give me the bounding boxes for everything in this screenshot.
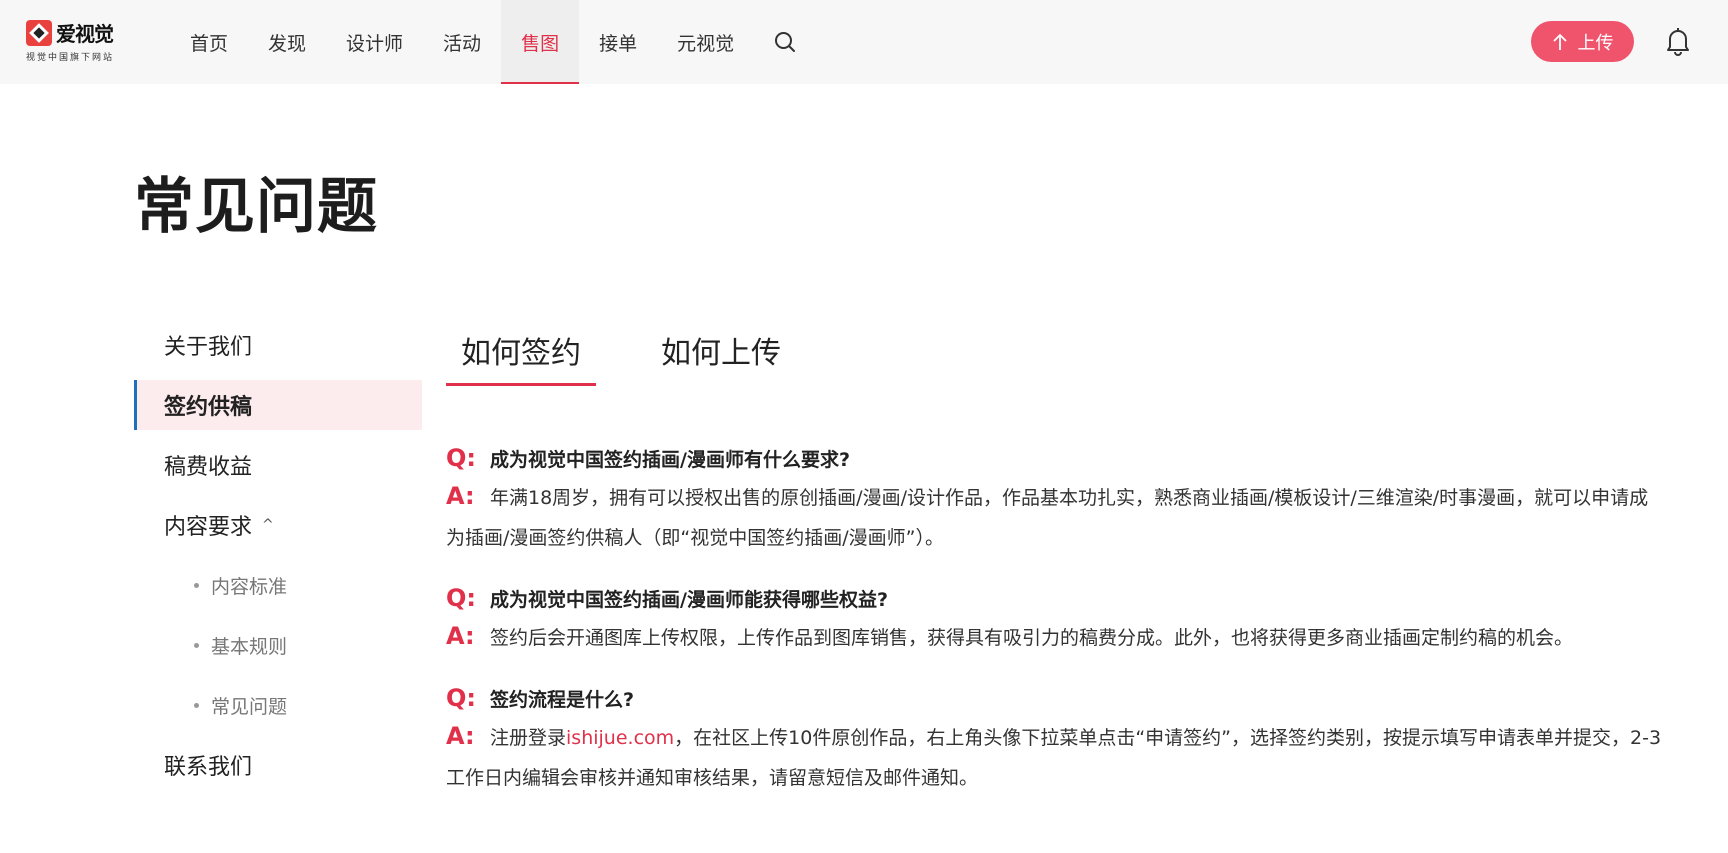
- logo-name: 爱视觉: [56, 22, 114, 46]
- answer-text: 年满18周岁，拥有可以授权出售的原创插画/漫画/设计作品，作品基本功扎实，熟悉商…: [446, 487, 1649, 549]
- page-title: 常见问题: [134, 172, 378, 242]
- nav-orders[interactable]: 接单: [579, 0, 657, 84]
- faq-list: Q: 成为视觉中国签约插画/漫画师有什么要求? A: 年满18周岁，拥有可以授权出…: [446, 440, 1666, 820]
- sidebar-item-contact[interactable]: 联系我们: [134, 740, 422, 790]
- site-link[interactable]: ishijue.com: [566, 727, 674, 749]
- answer-block: A: 年满18周岁，拥有可以授权出售的原创插画/漫画/设计作品，作品基本功扎实，熟…: [446, 476, 1666, 558]
- question-text: 成为视觉中国签约插画/漫画师有什么要求?: [490, 448, 850, 471]
- main-nav: 首页 发现 设计师 活动 售图 接单 元视觉: [170, 0, 816, 84]
- nav-meta-vision[interactable]: 元视觉: [657, 0, 754, 84]
- logo-subtitle: 视觉中国旗下网站: [26, 53, 115, 63]
- site-logo[interactable]: 爱视觉 视觉中国旗下网站: [26, 18, 136, 64]
- question-mark-label: Q:: [446, 684, 476, 712]
- tab-how-to-upload[interactable]: 如何上传: [646, 328, 796, 386]
- sidebar-subitem-faq[interactable]: 常见问题: [134, 680, 422, 730]
- nav-designers[interactable]: 设计师: [326, 0, 423, 84]
- sidebar: 关于我们 签约供稿 稿费收益 内容要求 ^ 内容标准 基本规则 常见问题 联系我们: [134, 320, 422, 800]
- bullet-dot: [194, 702, 199, 708]
- search-icon[interactable]: [754, 0, 816, 84]
- faq-item: Q: 成为视觉中国签约插画/漫画师能获得哪些权益? A: 签约后会开通图库上传权限…: [446, 580, 1666, 658]
- faq-tabs: 如何签约 如何上传: [446, 328, 846, 386]
- question-text: 签约流程是什么?: [490, 688, 635, 711]
- answer-mark-label: A:: [446, 722, 475, 750]
- nav-discover[interactable]: 发现: [248, 0, 326, 84]
- top-header: 爱视觉 视觉中国旗下网站 首页 发现 设计师 活动 售图 接单 元视觉 上传: [0, 0, 1728, 84]
- answer-text-pre: 注册登录: [490, 727, 567, 749]
- question-mark-label: Q:: [446, 444, 476, 472]
- chevron-up-icon: ^: [262, 517, 274, 533]
- upload-label: 上传: [1577, 32, 1614, 54]
- upload-button[interactable]: 上传: [1531, 21, 1634, 62]
- faq-item: Q: 成为视觉中国签约插画/漫画师有什么要求? A: 年满18周岁，拥有可以授权出…: [446, 440, 1666, 558]
- answer-block: A: 注册登录ishijue.com，在社区上传10件原创作品，右上角头像下拉菜单…: [446, 716, 1666, 798]
- answer-mark-label: A:: [446, 482, 475, 510]
- bullet-dot: [194, 582, 199, 588]
- sidebar-subitem-content-standard[interactable]: 内容标准: [134, 560, 422, 610]
- answer-block: A: 签约后会开通图库上传权限，上传作品到图库销售，获得具有吸引力的稿费分成。此外…: [446, 616, 1666, 658]
- sidebar-item-earnings[interactable]: 稿费收益: [134, 440, 422, 490]
- sidebar-item-contract[interactable]: 签约供稿: [134, 380, 422, 430]
- answer-text: 签约后会开通图库上传权限，上传作品到图库销售，获得具有吸引力的稿费分成。此外，也…: [490, 627, 1574, 649]
- arrow-up-icon: [1552, 33, 1567, 50]
- bell-icon[interactable]: [1664, 26, 1692, 56]
- nav-home[interactable]: 首页: [170, 0, 248, 84]
- nav-sell-images[interactable]: 售图: [501, 0, 580, 84]
- nav-events[interactable]: 活动: [423, 0, 501, 84]
- answer-mark-label: A:: [446, 622, 475, 650]
- logo-mark-icon: [26, 19, 52, 46]
- sidebar-item-content-requirements[interactable]: 内容要求 ^: [134, 500, 422, 550]
- tab-how-to-sign[interactable]: 如何签约: [446, 328, 596, 386]
- logo-top: 爱视觉: [26, 18, 136, 47]
- question-text: 成为视觉中国签约插画/漫画师能获得哪些权益?: [490, 588, 888, 611]
- faq-item: Q: 签约流程是什么? A: 注册登录ishijue.com，在社区上传10件原创…: [446, 680, 1666, 798]
- bullet-dot: [194, 642, 199, 648]
- question-mark-label: Q:: [446, 584, 476, 612]
- sidebar-subitem-basic-rules[interactable]: 基本规则: [134, 620, 422, 670]
- sidebar-item-about[interactable]: 关于我们: [134, 320, 422, 370]
